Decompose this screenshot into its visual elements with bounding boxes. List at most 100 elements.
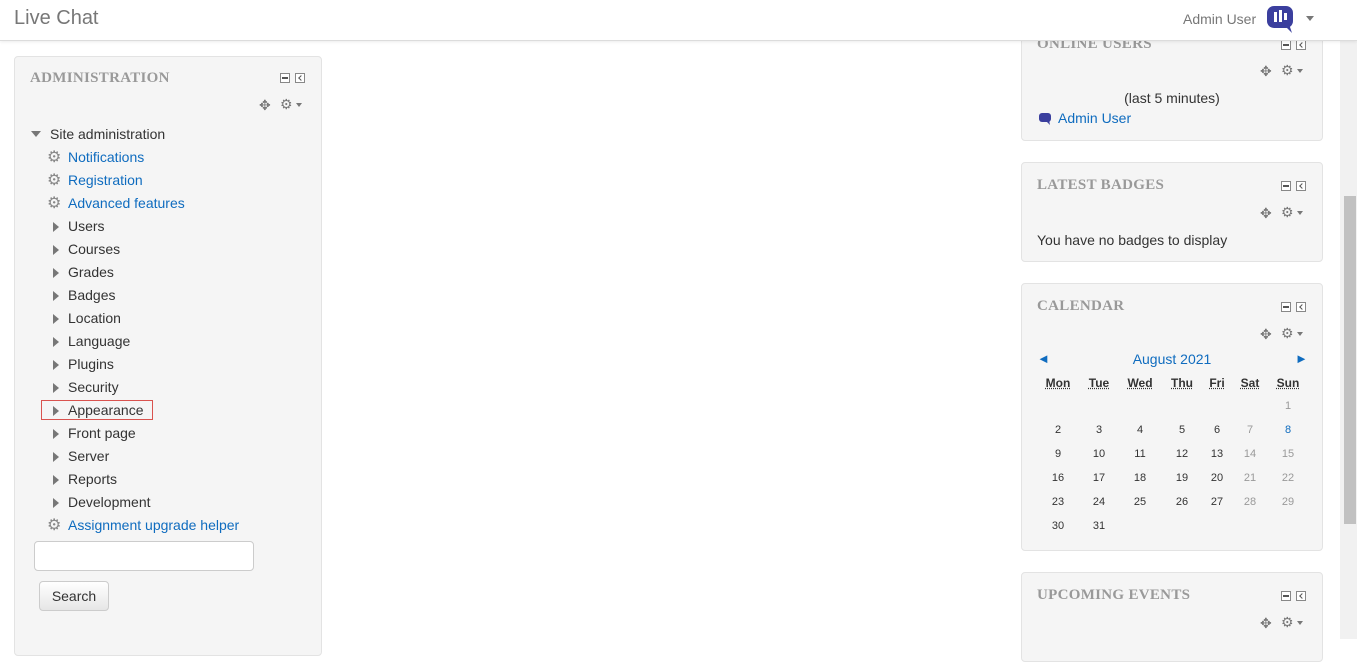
calendar-day-cell[interactable]: 18 bbox=[1123, 472, 1157, 484]
calendar-weekday-header: Sat bbox=[1240, 376, 1260, 390]
gear-icon[interactable]: ⚙ bbox=[1281, 205, 1294, 219]
dock-block-icon[interactable] bbox=[1296, 302, 1306, 312]
move-icon[interactable]: ✥ bbox=[1260, 206, 1272, 220]
move-icon[interactable]: ✥ bbox=[1260, 327, 1272, 341]
tree-item-reports[interactable]: Reports bbox=[15, 470, 315, 490]
calendar-day-cell[interactable]: 31 bbox=[1082, 520, 1116, 532]
online-user-link[interactable]: Admin User bbox=[1058, 110, 1131, 126]
calendar-weekday-header: Sun bbox=[1276, 376, 1300, 390]
user-menu-name[interactable]: Admin User bbox=[1183, 11, 1256, 27]
calendar-day-cell[interactable]: 6 bbox=[1200, 424, 1234, 436]
calendar-weekday-header: Fri bbox=[1209, 376, 1225, 390]
calendar-day-cell[interactable]: 19 bbox=[1165, 472, 1199, 484]
calendar-day-cell[interactable]: 28 bbox=[1233, 496, 1267, 508]
gear-icon[interactable]: ⚙ bbox=[280, 97, 293, 111]
chevron-down-icon[interactable] bbox=[1297, 621, 1303, 625]
tree-item-plugins[interactable]: Plugins bbox=[15, 355, 315, 375]
move-icon[interactable]: ✥ bbox=[1260, 64, 1272, 78]
calendar-day-cell[interactable]: 30 bbox=[1041, 520, 1075, 532]
calendar-day-cell[interactable]: 4 bbox=[1123, 424, 1157, 436]
chevron-down-icon[interactable] bbox=[1297, 211, 1303, 215]
calendar-day-cell[interactable]: 22 bbox=[1271, 472, 1305, 484]
calendar-day-cell[interactable]: 9 bbox=[1041, 448, 1075, 460]
calendar-day-cell[interactable]: 27 bbox=[1200, 496, 1234, 508]
tree-item-development[interactable]: Development bbox=[15, 493, 315, 513]
tree-item-grades[interactable]: Grades bbox=[15, 263, 315, 283]
minimize-block-icon[interactable] bbox=[280, 73, 290, 83]
chevron-down-icon[interactable] bbox=[1297, 332, 1303, 336]
admin-search-input[interactable] bbox=[34, 541, 254, 571]
calendar-day-cell[interactable]: 2 bbox=[1041, 424, 1075, 436]
calendar-day-cell[interactable]: 17 bbox=[1082, 472, 1116, 484]
minimize-block-icon[interactable] bbox=[1281, 40, 1291, 50]
calendar-day-cell[interactable]: 8 bbox=[1271, 424, 1305, 436]
admin-search-button[interactable]: Search bbox=[39, 581, 109, 611]
collapsed-triangle-icon bbox=[53, 222, 59, 232]
calendar-day-cell[interactable]: 12 bbox=[1165, 448, 1199, 460]
tree-root-site-administration[interactable]: Site administration bbox=[15, 125, 315, 145]
calendar-day-cell[interactable]: 14 bbox=[1233, 448, 1267, 460]
calendar-day-cell[interactable]: 10 bbox=[1082, 448, 1116, 460]
calendar-day-cell[interactable]: 15 bbox=[1271, 448, 1305, 460]
calendar-next-month-icon[interactable]: ► bbox=[1295, 351, 1308, 366]
dock-block-icon[interactable] bbox=[295, 73, 305, 83]
calendar-day-cell[interactable]: 29 bbox=[1271, 496, 1305, 508]
dock-block-icon[interactable] bbox=[1296, 181, 1306, 191]
calendar-day-cell[interactable]: 1 bbox=[1271, 400, 1305, 412]
tree-item-notifications[interactable]: ⚙ Notifications bbox=[15, 148, 315, 168]
calendar-day-cell[interactable]: 3 bbox=[1082, 424, 1116, 436]
tree-item-courses[interactable]: Courses bbox=[15, 240, 315, 260]
calendar-day-cell[interactable]: 20 bbox=[1200, 472, 1234, 484]
calendar-day-cell[interactable]: 11 bbox=[1123, 448, 1157, 460]
no-badges-message: You have no badges to display bbox=[1037, 232, 1228, 248]
collapsed-triangle-icon bbox=[53, 498, 59, 508]
calendar-day-cell[interactable]: 5 bbox=[1165, 424, 1199, 436]
chevron-down-icon[interactable] bbox=[1297, 69, 1303, 73]
tree-item-users[interactable]: Users bbox=[15, 217, 315, 237]
tree-root-label: Site administration bbox=[50, 126, 166, 142]
calendar-day-cell[interactable]: 21 bbox=[1233, 472, 1267, 484]
site-brand[interactable]: Live Chat bbox=[14, 7, 99, 30]
move-icon[interactable]: ✥ bbox=[259, 98, 271, 112]
tree-item-front-page[interactable]: Front page bbox=[15, 424, 315, 444]
calendar-day-cell[interactable]: 24 bbox=[1082, 496, 1116, 508]
calendar-day-cell[interactable]: 25 bbox=[1123, 496, 1157, 508]
calendar-day-cell[interactable]: 23 bbox=[1041, 496, 1075, 508]
gear-icon[interactable]: ⚙ bbox=[1281, 63, 1294, 77]
tree-item-label: Location bbox=[68, 310, 121, 326]
tree-item-label: Assignment upgrade helper bbox=[68, 517, 240, 533]
calendar-month-title[interactable]: August 2021 bbox=[1022, 351, 1322, 367]
dock-block-icon[interactable] bbox=[1296, 40, 1306, 50]
collapsed-triangle-icon bbox=[53, 383, 59, 393]
move-icon[interactable]: ✥ bbox=[1260, 616, 1272, 630]
gear-icon[interactable]: ⚙ bbox=[1281, 615, 1294, 629]
gear-icon: ⚙ bbox=[47, 517, 62, 534]
tree-item-location[interactable]: Location bbox=[15, 309, 315, 329]
collapsed-triangle-icon bbox=[53, 452, 59, 462]
user-menu-caret-icon[interactable] bbox=[1306, 16, 1314, 21]
tree-item-language[interactable]: Language bbox=[15, 332, 315, 352]
calendar-day-cell[interactable]: 26 bbox=[1165, 496, 1199, 508]
calendar-day-cell[interactable]: 7 bbox=[1233, 424, 1267, 436]
tree-item-registration[interactable]: ⚙ Registration bbox=[15, 171, 315, 191]
gear-icon: ⚙ bbox=[47, 172, 62, 189]
minimize-block-icon[interactable] bbox=[1281, 302, 1291, 312]
tree-item-label: Server bbox=[68, 448, 110, 464]
gear-icon[interactable]: ⚙ bbox=[1281, 326, 1294, 340]
tree-item-advanced-features[interactable]: ⚙ Advanced features bbox=[15, 194, 315, 214]
tree-item-label: Development bbox=[68, 494, 151, 510]
calendar-day-cell[interactable]: 13 bbox=[1200, 448, 1234, 460]
minimize-block-icon[interactable] bbox=[1281, 591, 1291, 601]
collapsed-triangle-icon bbox=[53, 314, 59, 324]
calendar-day-cell[interactable]: 16 bbox=[1041, 472, 1075, 484]
tree-item-badges[interactable]: Badges bbox=[15, 286, 315, 306]
page-scrollbar-thumb[interactable] bbox=[1344, 196, 1356, 524]
tree-item-security[interactable]: Security bbox=[15, 378, 315, 398]
minimize-block-icon[interactable] bbox=[1281, 181, 1291, 191]
user-avatar-icon[interactable] bbox=[1265, 4, 1295, 34]
tree-item-assignment-upgrade-helper[interactable]: ⚙ Assignment upgrade helper bbox=[15, 516, 315, 536]
tree-item-label: Courses bbox=[68, 241, 121, 257]
chevron-down-icon[interactable] bbox=[296, 103, 302, 107]
tree-item-server[interactable]: Server bbox=[15, 447, 315, 467]
dock-block-icon[interactable] bbox=[1296, 591, 1306, 601]
